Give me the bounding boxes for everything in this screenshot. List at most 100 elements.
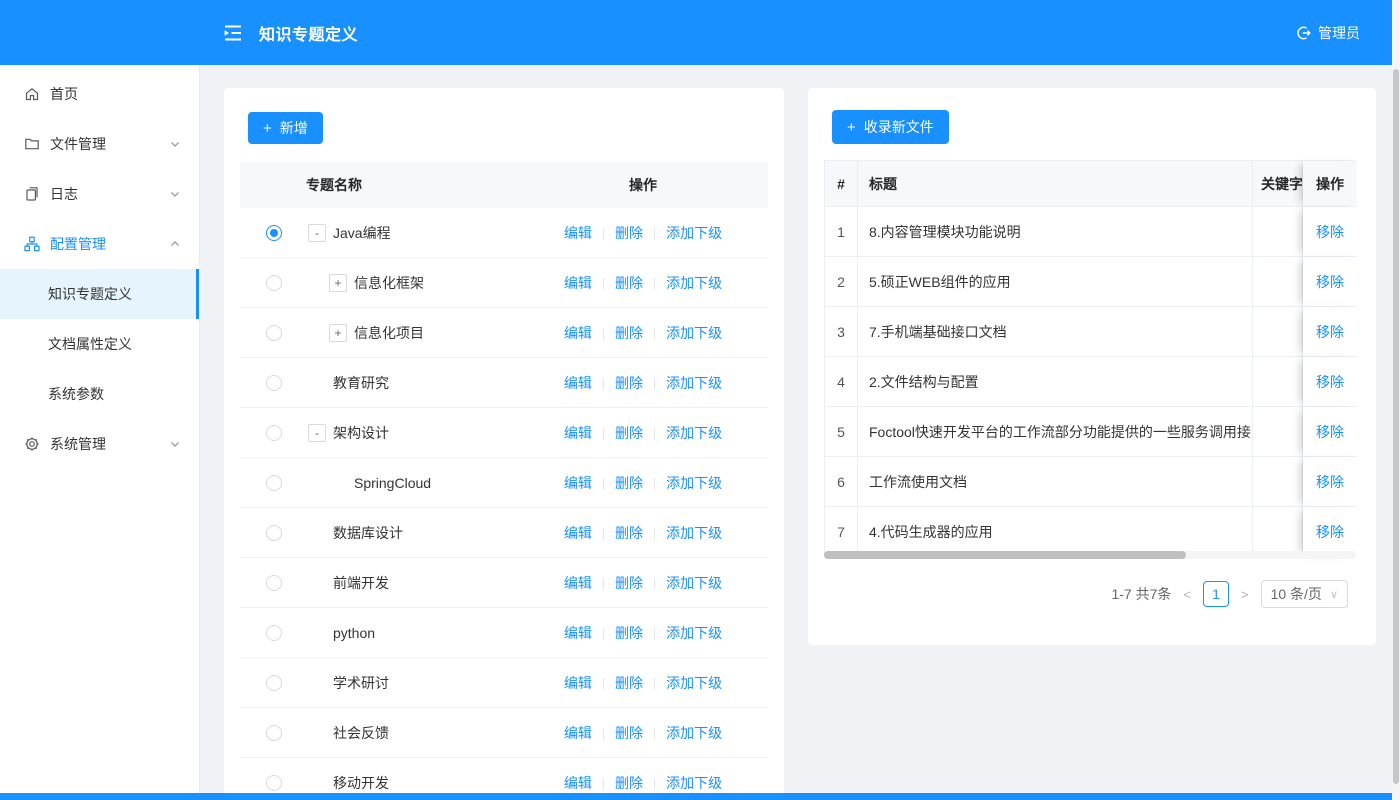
delete-link[interactable]: 删除 — [615, 573, 643, 593]
documents-panel: + 收录新文件 # 标题 关键字 操作 18.内容管理模块功能说明移除25.硕正… — [808, 88, 1376, 645]
expander-spacer — [308, 574, 326, 592]
horizontal-scrollbar-thumb[interactable] — [824, 551, 1186, 559]
next-page-button[interactable]: > — [1239, 587, 1251, 602]
add-child-link[interactable]: 添加下级 — [666, 223, 722, 243]
row-actions: 编辑|删除|添加下级 — [518, 723, 768, 743]
document-keyword — [1253, 457, 1303, 507]
radio-button[interactable] — [266, 275, 282, 291]
sidebar-item-日志[interactable]: 日志 — [0, 169, 199, 219]
user-menu[interactable]: 管理员 — [1296, 0, 1360, 65]
add-child-link[interactable]: 添加下级 — [666, 723, 722, 743]
radio-button[interactable] — [266, 725, 282, 741]
sidebar-item-知识专题定义[interactable]: 知识专题定义 — [0, 269, 199, 319]
add-child-link[interactable]: 添加下级 — [666, 773, 722, 793]
chevron-down-icon — [169, 438, 181, 450]
delete-link[interactable]: 删除 — [615, 373, 643, 393]
edit-link[interactable]: 编辑 — [564, 523, 592, 543]
edit-link[interactable]: 编辑 — [564, 373, 592, 393]
delete-link[interactable]: 删除 — [615, 723, 643, 743]
vertical-scrollbar[interactable] — [1392, 0, 1400, 800]
divider: | — [653, 426, 656, 440]
edit-link[interactable]: 编辑 — [564, 623, 592, 643]
delete-link[interactable]: 删除 — [615, 523, 643, 543]
expander-spacer — [308, 624, 326, 642]
radio-button[interactable] — [266, 575, 282, 591]
remove-link[interactable]: 移除 — [1316, 472, 1344, 492]
top-header: 知识专题定义 管理员 — [0, 0, 1400, 65]
radio-button[interactable] — [266, 775, 282, 791]
prev-page-button[interactable]: < — [1181, 587, 1193, 602]
add-child-link[interactable]: 添加下级 — [666, 573, 722, 593]
delete-link[interactable]: 删除 — [615, 473, 643, 493]
divider: | — [653, 326, 656, 340]
remove-link[interactable]: 移除 — [1316, 422, 1344, 442]
sidebar-item-系统管理[interactable]: 系统管理 — [0, 419, 199, 469]
sidebar-item-系统参数[interactable]: 系统参数 — [0, 369, 199, 419]
edit-link[interactable]: 编辑 — [564, 573, 592, 593]
documents-table-body: 18.内容管理模块功能说明移除25.硕正WEB组件的应用移除37.手机端基础接口… — [825, 207, 1355, 557]
expand-toggle[interactable]: + — [329, 324, 347, 342]
divider: | — [602, 776, 605, 790]
collapse-toggle[interactable]: - — [308, 424, 326, 442]
remove-link[interactable]: 移除 — [1316, 522, 1344, 542]
expand-toggle[interactable]: + — [329, 274, 347, 292]
delete-link[interactable]: 删除 — [615, 623, 643, 643]
add-child-link[interactable]: 添加下级 — [666, 423, 722, 443]
radio-button[interactable] — [266, 525, 282, 541]
add-child-link[interactable]: 添加下级 — [666, 623, 722, 643]
current-page-button[interactable]: 1 — [1203, 581, 1229, 607]
topic-cell: 教育研究 — [240, 373, 518, 393]
delete-link[interactable]: 删除 — [615, 423, 643, 443]
topic-cell: 学术研讨 — [240, 673, 518, 693]
sidebar-item-文档属性定义[interactable]: 文档属性定义 — [0, 319, 199, 369]
divider: | — [602, 226, 605, 240]
divider: | — [602, 726, 605, 740]
add-child-link[interactable]: 添加下级 — [666, 373, 722, 393]
table-row: +信息化框架编辑|删除|添加下级 — [240, 258, 768, 308]
menu-fold-icon[interactable] — [222, 22, 244, 44]
add-child-link[interactable]: 添加下级 — [666, 323, 722, 343]
edit-link[interactable]: 编辑 — [564, 223, 592, 243]
delete-link[interactable]: 删除 — [615, 273, 643, 293]
edit-link[interactable]: 编辑 — [564, 323, 592, 343]
row-actions: 编辑|删除|添加下级 — [518, 523, 768, 543]
page-size-select[interactable]: 10 条/页 ∨ — [1261, 580, 1348, 608]
remove-link[interactable]: 移除 — [1316, 372, 1344, 392]
sidebar-item-首页[interactable]: 首页 — [0, 69, 199, 119]
delete-link[interactable]: 删除 — [615, 223, 643, 243]
add-child-link[interactable]: 添加下级 — [666, 473, 722, 493]
sidebar-item-文件管理[interactable]: 文件管理 — [0, 119, 199, 169]
edit-link[interactable]: 编辑 — [564, 423, 592, 443]
delete-link[interactable]: 删除 — [615, 323, 643, 343]
row-index: 6 — [825, 457, 858, 507]
add-child-link[interactable]: 添加下级 — [666, 523, 722, 543]
collapse-toggle[interactable]: - — [308, 224, 326, 242]
radio-button[interactable] — [266, 625, 282, 641]
horizontal-scrollbar[interactable] — [824, 551, 1356, 559]
column-header-topic-name: 专题名称 — [240, 175, 518, 195]
sidebar-item-配置管理[interactable]: 配置管理 — [0, 219, 199, 269]
radio-button[interactable] — [266, 225, 282, 241]
remove-link[interactable]: 移除 — [1316, 272, 1344, 292]
radio-button[interactable] — [266, 325, 282, 341]
delete-link[interactable]: 删除 — [615, 673, 643, 693]
edit-link[interactable]: 编辑 — [564, 473, 592, 493]
add-child-link[interactable]: 添加下级 — [666, 673, 722, 693]
radio-button[interactable] — [266, 675, 282, 691]
expander-spacer — [308, 724, 326, 742]
remove-link[interactable]: 移除 — [1316, 222, 1344, 242]
add-child-link[interactable]: 添加下级 — [666, 273, 722, 293]
edit-link[interactable]: 编辑 — [564, 773, 592, 793]
edit-link[interactable]: 编辑 — [564, 273, 592, 293]
edit-link[interactable]: 编辑 — [564, 723, 592, 743]
edit-link[interactable]: 编辑 — [564, 673, 592, 693]
delete-link[interactable]: 删除 — [615, 773, 643, 793]
radio-button[interactable] — [266, 375, 282, 391]
add-topic-button[interactable]: + 新增 — [248, 112, 323, 144]
radio-button[interactable] — [266, 425, 282, 441]
remove-link[interactable]: 移除 — [1316, 322, 1344, 342]
vertical-scrollbar-thumb[interactable] — [1393, 69, 1399, 784]
radio-button[interactable] — [266, 475, 282, 491]
plus-icon: + — [263, 121, 272, 136]
collect-file-button[interactable]: + 收录新文件 — [832, 110, 949, 144]
